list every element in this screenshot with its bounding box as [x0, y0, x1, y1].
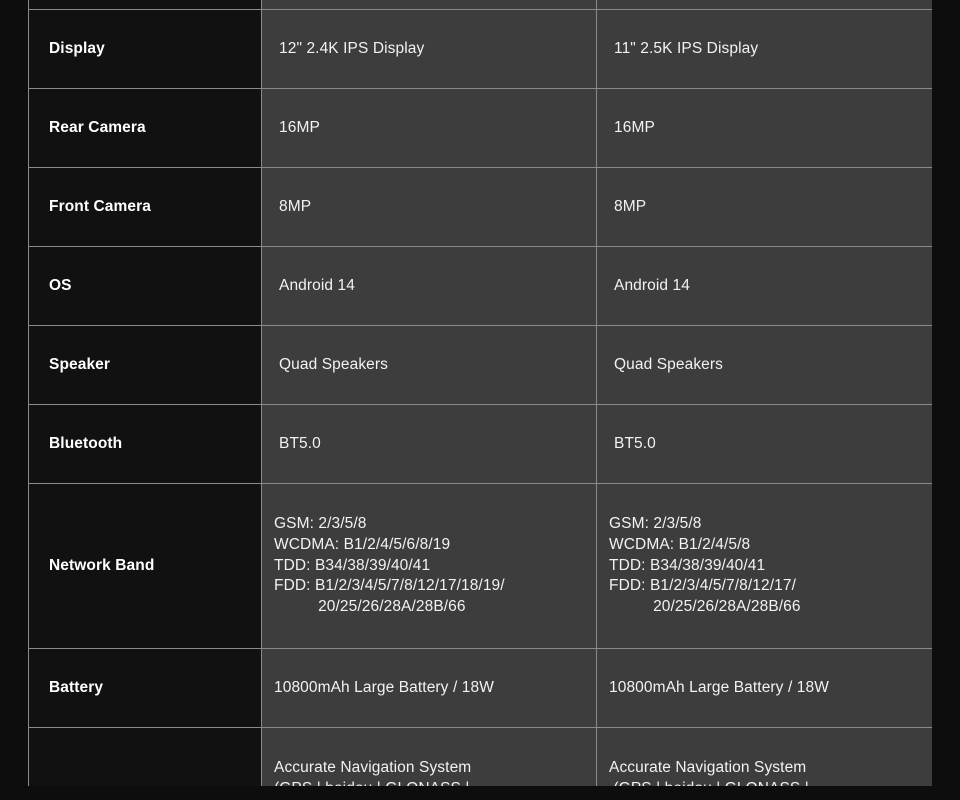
table-row: Battery 10800mAh Large Battery / 18W 108…	[28, 647, 933, 728]
spec-value-network-band-col1: GSM: 2/3/5/8 WCDMA: B1/2/4/5/6/8/19 TDD:…	[261, 483, 597, 649]
table-row: Front Camera 8MP 8MP	[28, 167, 933, 247]
spec-value-display-col2: 11" 2.5K IPS Display	[596, 9, 933, 89]
spec-value-bluetooth-col2: BT5.0	[596, 404, 933, 484]
spec-value-rear-camera-col1: 16MP	[261, 88, 597, 168]
table-row: Network Band GSM: 2/3/5/8 WCDMA: B1/2/4/…	[28, 483, 933, 649]
spec-value-network-band-col2: GSM: 2/3/5/8 WCDMA: B1/2/4/5/8 TDD: B34/…	[596, 483, 933, 649]
specification-table: Display 12" 2.4K IPS Display 11" 2.5K IP…	[28, 0, 933, 800]
spec-value-os-col2: Android 14	[596, 246, 933, 326]
spec-label	[28, 0, 262, 10]
spec-value-col2	[596, 0, 933, 10]
network-band-text-col2: GSM: 2/3/5/8 WCDMA: B1/2/4/5/8 TDD: B34/…	[609, 515, 801, 615]
specification-table-body: Display 12" 2.4K IPS Display 11" 2.5K IP…	[28, 0, 933, 800]
spec-value-rear-camera-col2: 16MP	[596, 88, 933, 168]
spec-value-battery-col1: 10800mAh Large Battery / 18W	[261, 647, 597, 728]
spec-value-display-col1: 12" 2.4K IPS Display	[261, 9, 597, 89]
table-row: Bluetooth BT5.0 BT5.0	[28, 404, 933, 484]
table-row	[28, 0, 933, 10]
spec-value-col1	[261, 0, 597, 10]
spec-value-front-camera-col2: 8MP	[596, 167, 933, 247]
spec-value-speaker-col2: Quad Speakers	[596, 325, 933, 405]
table-row: Speaker Quad Speakers Quad Speakers	[28, 325, 933, 405]
spec-value-front-camera-col1: 8MP	[261, 167, 597, 247]
table-row: Display 12" 2.4K IPS Display 11" 2.5K IP…	[28, 9, 933, 89]
spec-label-rear-camera: Rear Camera	[28, 88, 262, 168]
spec-label-front-camera: Front Camera	[28, 167, 262, 247]
left-margin	[0, 0, 28, 800]
table-row: Rear Camera 16MP 16MP	[28, 88, 933, 168]
spec-value-os-col1: Android 14	[261, 246, 597, 326]
spec-label-speaker: Speaker	[28, 325, 262, 405]
spec-label-network-band: Network Band	[28, 483, 262, 649]
spec-value-bluetooth-col1: BT5.0	[261, 404, 597, 484]
right-margin	[932, 0, 960, 800]
bottom-margin	[0, 786, 960, 800]
spec-label-os: OS	[28, 246, 262, 326]
spec-label-display: Display	[28, 9, 262, 89]
specification-sheet: Display 12" 2.4K IPS Display 11" 2.5K IP…	[0, 0, 960, 800]
network-band-text-col1: GSM: 2/3/5/8 WCDMA: B1/2/4/5/6/8/19 TDD:…	[274, 515, 505, 615]
spec-label-battery: Battery	[28, 647, 262, 728]
table-row: OS Android 14 Android 14	[28, 246, 933, 326]
spec-value-battery-col2: 10800mAh Large Battery / 18W	[596, 647, 933, 728]
spec-label-bluetooth: Bluetooth	[28, 404, 262, 484]
spec-value-speaker-col1: Quad Speakers	[261, 325, 597, 405]
